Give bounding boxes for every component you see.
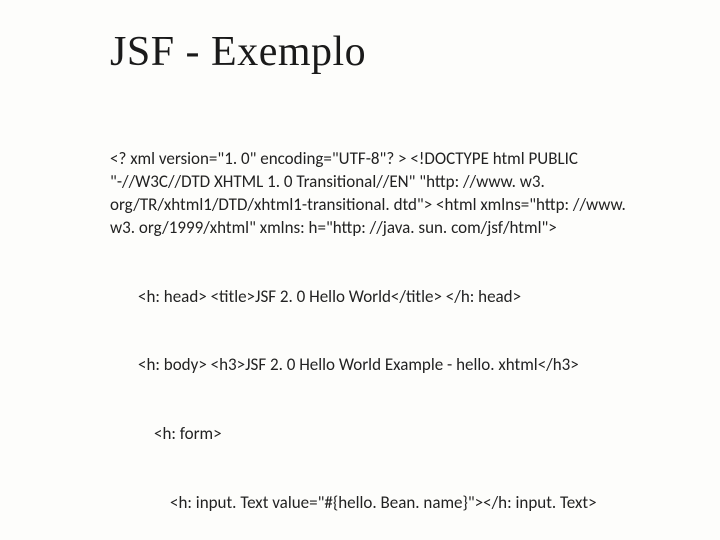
- code-line: <h: form>: [110, 423, 650, 446]
- code-line: <h: body> <h3>JSF 2. 0 Hello World Examp…: [110, 354, 650, 377]
- code-block: <? xml version="1. 0" encoding="UTF-8"? …: [110, 102, 650, 540]
- code-line: <? xml version="1. 0" encoding="UTF-8"? …: [110, 148, 650, 240]
- code-line: <h: head> <title>JSF 2. 0 Hello World</t…: [110, 286, 650, 309]
- code-line: <h: input. Text value="#{hello. Bean. na…: [110, 492, 650, 515]
- slide-title: JSF - Exemplo: [110, 28, 650, 76]
- slide: JSF - Exemplo <? xml version="1. 0" enco…: [0, 0, 720, 540]
